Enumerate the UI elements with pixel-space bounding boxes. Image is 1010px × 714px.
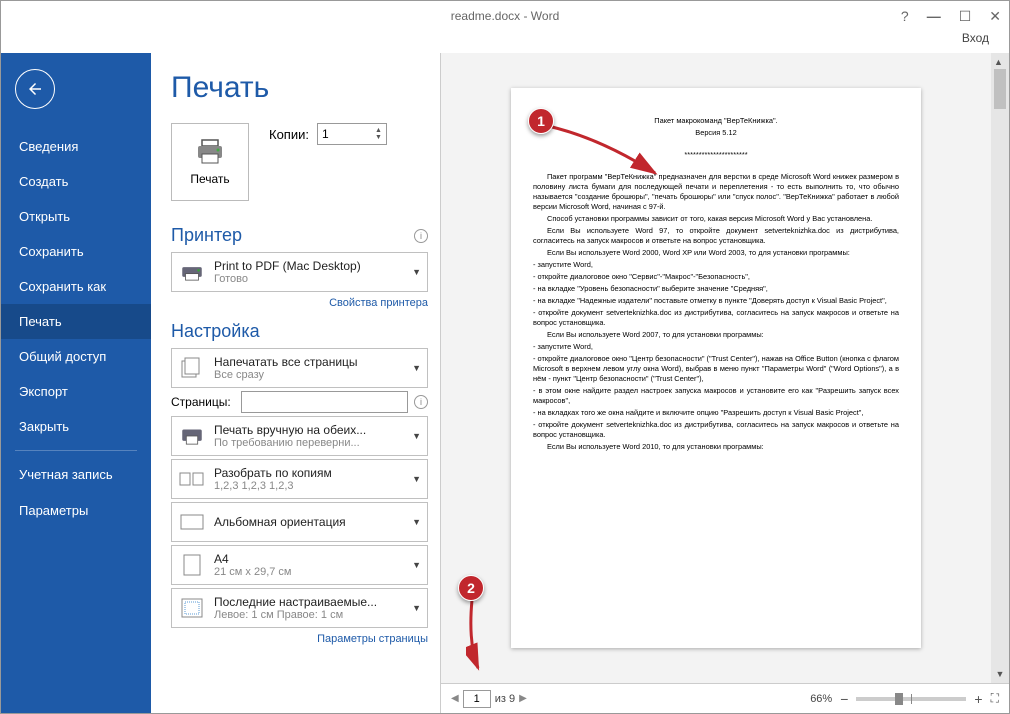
setting-collate[interactable]: Разобрать по копиям1,2,3 1,2,3 1,2,3 ▼: [171, 459, 428, 499]
window-title: readme.docx - Word: [451, 9, 560, 23]
settings-heading: Настройка: [171, 321, 260, 342]
pages-icon: [178, 354, 206, 382]
zoom-in-button[interactable]: +: [974, 691, 982, 707]
nav-close[interactable]: Закрыть: [1, 409, 151, 444]
setting-margins[interactable]: Последние настраиваемые...Левое: 1 см Пр…: [171, 588, 428, 628]
print-heading: Печать: [171, 71, 428, 105]
pages-label: Страницы:: [171, 395, 241, 409]
login-link[interactable]: Вход: [1, 31, 1009, 53]
help-icon[interactable]: ?: [901, 8, 909, 25]
printer-heading: Принтер: [171, 225, 242, 246]
margins-icon: [178, 594, 206, 622]
zoom-slider[interactable]: [856, 697, 966, 701]
annotation-2: 2: [458, 575, 484, 601]
setting-duplex[interactable]: Печать вручную на обеих...По требованию …: [171, 416, 428, 456]
printer-icon: [178, 258, 206, 286]
print-preview: Пакет макрокоманд "ВерТеКнижка". Версия …: [441, 53, 1009, 713]
backstage-sidebar: Сведения Создать Открыть Сохранить Сохра…: [1, 53, 151, 713]
collate-icon: [178, 465, 206, 493]
duplex-icon: [178, 422, 206, 450]
nav-account[interactable]: Учетная запись: [1, 457, 151, 493]
printer-properties-link[interactable]: Свойства принтера: [171, 297, 428, 309]
nav-print[interactable]: Печать: [1, 304, 151, 339]
nav-save[interactable]: Сохранить: [1, 234, 151, 269]
setting-orientation[interactable]: Альбомная ориентация ▼: [171, 502, 428, 542]
page-number-input[interactable]: [463, 690, 491, 708]
copies-label: Копии:: [269, 127, 309, 142]
chevron-down-icon: ▼: [408, 267, 421, 277]
setting-print-range[interactable]: Напечатать все страницыВсе сразу ▼: [171, 348, 428, 388]
paper-icon: [178, 551, 206, 579]
copies-input[interactable]: 1 ▲▼: [317, 123, 387, 145]
setting-paper-size[interactable]: A421 см x 29,7 см ▼: [171, 545, 428, 585]
printer-info-icon[interactable]: i: [414, 229, 428, 243]
back-button[interactable]: [15, 69, 55, 109]
prev-page-button[interactable]: ◀: [451, 693, 459, 704]
pages-info-icon[interactable]: i: [414, 395, 428, 409]
close-icon[interactable]: ✕: [989, 8, 1001, 25]
orientation-icon: [178, 508, 206, 536]
nav-share[interactable]: Общий доступ: [1, 339, 151, 374]
nav-options[interactable]: Параметры: [1, 493, 151, 528]
minimize-icon[interactable]: —: [927, 8, 941, 25]
pages-input[interactable]: [241, 391, 408, 413]
zoom-level-label: 66%: [810, 693, 832, 705]
nav-saveas[interactable]: Сохранить как: [1, 269, 151, 304]
zoom-out-button[interactable]: −: [840, 691, 848, 707]
annotation-1: 1: [528, 108, 554, 134]
preview-scrollbar[interactable]: ▲ ▼: [991, 53, 1009, 683]
maximize-icon[interactable]: ☐: [959, 8, 972, 25]
next-page-button[interactable]: ▶: [519, 693, 527, 704]
fit-page-icon[interactable]: ⛶: [991, 691, 999, 706]
nav-export[interactable]: Экспорт: [1, 374, 151, 409]
titlebar: readme.docx - Word ? — ☐ ✕: [1, 1, 1009, 31]
page-setup-link[interactable]: Параметры страницы: [171, 633, 428, 645]
nav-info[interactable]: Сведения: [1, 129, 151, 164]
print-panel: Печать Печать Копии: 1 ▲▼: [151, 53, 441, 713]
nav-open[interactable]: Открыть: [1, 199, 151, 234]
page-total-label: из 9: [495, 693, 515, 705]
nav-new[interactable]: Создать: [1, 164, 151, 199]
printer-selector[interactable]: Print to PDF (Mac Desktop)Готово ▼: [171, 252, 428, 292]
print-button[interactable]: Печать: [171, 123, 249, 201]
